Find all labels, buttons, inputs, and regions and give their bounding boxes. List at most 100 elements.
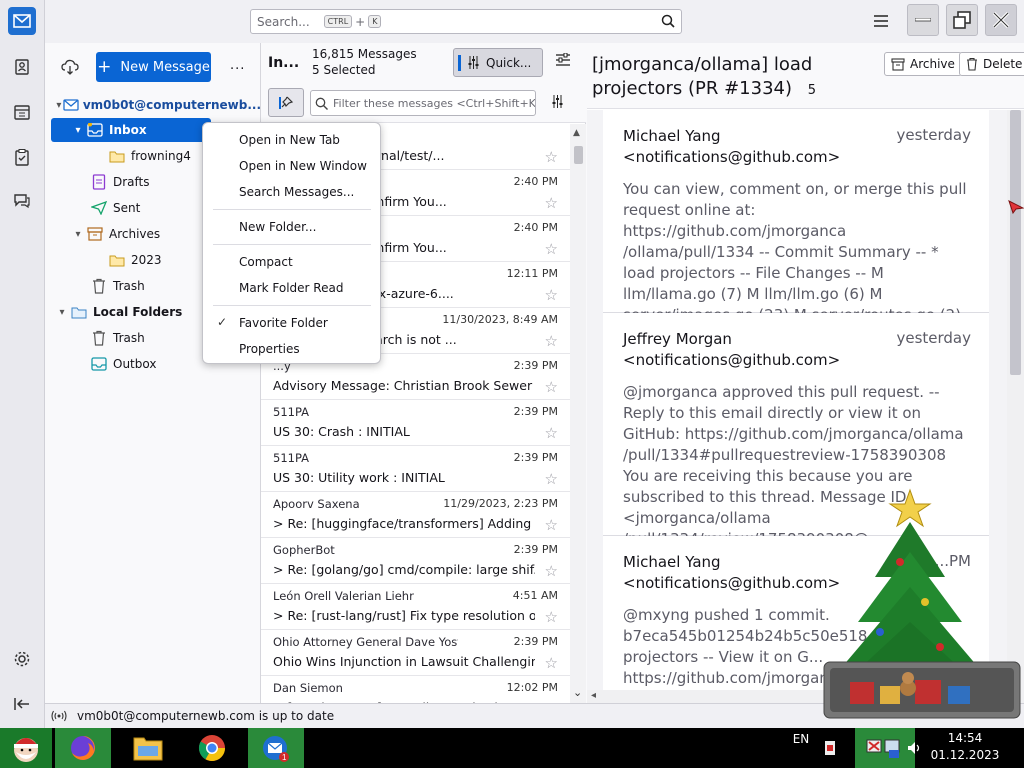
scroll-left-icon[interactable]: ◂ xyxy=(591,690,596,701)
scroll-down-icon[interactable]: ⌄ xyxy=(573,686,582,699)
star-icon[interactable]: ☆ xyxy=(545,378,558,396)
star-icon[interactable]: ☆ xyxy=(545,148,558,166)
folder-label: frowning4 xyxy=(131,149,191,163)
collapse-spaces-icon[interactable] xyxy=(8,690,36,718)
sticky-filter-pin-button[interactable] xyxy=(268,88,304,117)
quick-filter-button[interactable]: Quick... xyxy=(453,48,543,77)
star-icon[interactable]: ☆ xyxy=(545,240,558,258)
star-icon[interactable]: ☆ xyxy=(545,562,558,580)
star-icon[interactable]: ☆ xyxy=(545,332,558,350)
trash-icon xyxy=(89,278,109,294)
tasks-icon[interactable] xyxy=(8,143,36,171)
taskbar-clock[interactable]: 14:54 01.12.2023 xyxy=(920,730,1010,764)
row-date: 2:40 PM xyxy=(513,175,558,188)
filter-messages-input[interactable]: Filter these messages <Ctrl+Shift+K> xyxy=(310,90,536,116)
app-menu-icon[interactable] xyxy=(872,13,890,29)
scrollbar-thumb[interactable] xyxy=(1010,110,1021,375)
email-account-icon xyxy=(63,97,79,113)
message-row[interactable]: Dan Siemon12:02 PM> [rust-lang/rust] Com… xyxy=(261,676,570,703)
folder-label: Inbox xyxy=(109,123,147,137)
star-icon[interactable]: ☆ xyxy=(545,470,558,488)
menu-properties[interactable]: Properties xyxy=(203,336,380,362)
folder-label: Drafts xyxy=(113,175,150,189)
thunderbird-taskbar-icon[interactable]: 1 xyxy=(248,728,304,768)
address-book-icon[interactable] xyxy=(8,53,36,81)
row-date: 2:39 PM xyxy=(513,635,558,648)
close-window-button[interactable] xyxy=(985,4,1017,36)
message-date: yesterday xyxy=(896,126,971,144)
message-count: 16,815 Messages xyxy=(312,47,417,61)
menu-mark-folder-read[interactable]: Mark Folder Read xyxy=(203,275,380,301)
row-subject: US 30: Crash : INITIAL xyxy=(273,424,410,439)
selected-count: 5 Selected xyxy=(312,63,376,77)
folder-label: Sent xyxy=(113,201,141,215)
online-status-icon[interactable] xyxy=(51,710,67,722)
filter-options-icon[interactable] xyxy=(551,95,564,108)
delete-button[interactable]: Delete xyxy=(959,52,1024,76)
thread-scrollbar[interactable]: ▲ ⌄ xyxy=(570,124,586,703)
clock-date: 01.12.2023 xyxy=(930,748,1000,762)
chevron-down-icon: ▾ xyxy=(75,228,81,240)
folder-label: Local Folders xyxy=(93,305,183,319)
k-key-hint: K xyxy=(368,15,382,28)
svg-text:1: 1 xyxy=(282,753,287,762)
star-icon[interactable]: ☆ xyxy=(545,516,558,534)
menu-open-in-new-window[interactable]: Open in New Window xyxy=(203,153,380,179)
star-icon[interactable]: ☆ xyxy=(545,194,558,212)
star-icon[interactable]: ☆ xyxy=(545,424,558,442)
search-icon xyxy=(661,14,675,28)
message-row[interactable]: GopherBot 2:39 PM > Re: [golang/go] cmd/co… xyxy=(261,538,570,584)
account-row[interactable]: ▾ vm0b0t@computernewb... xyxy=(55,93,261,117)
archive-label: Archive xyxy=(910,57,955,71)
message-card[interactable]: Michael Yang <notifications@github.com> … xyxy=(603,110,989,345)
menu-favorite-folder[interactable]: Favorite Folder xyxy=(203,310,380,336)
menu-open-in-new-tab[interactable]: Open in New Tab xyxy=(203,127,380,153)
display-options-icon[interactable] xyxy=(556,53,570,67)
star-icon[interactable]: ☆ xyxy=(545,608,558,626)
mail-space-icon[interactable] xyxy=(8,7,36,35)
message-row[interactable]: León Orell Valerian Liehr 4:51 AM > Re: [r… xyxy=(261,584,570,630)
mouse-cursor-icon xyxy=(1008,200,1024,217)
row-subject: Advisory Message: Christian Brook Sewer … xyxy=(273,378,535,393)
menu-compact[interactable]: Compact xyxy=(203,249,380,275)
chat-icon[interactable] xyxy=(8,187,36,215)
row-sender: GopherBot xyxy=(273,543,335,557)
row-sender: León Orell Valerian Liehr xyxy=(273,589,414,603)
inbox-icon xyxy=(85,122,105,138)
minimize-button[interactable] xyxy=(907,4,939,36)
new-message-button[interactable]: + New Message xyxy=(96,52,211,82)
restore-button[interactable] xyxy=(946,4,978,36)
menu-new-folder[interactable]: New Folder... xyxy=(203,214,380,240)
scrollbar-thumb[interactable] xyxy=(574,146,583,164)
row-date: 2:40 PM xyxy=(513,221,558,234)
folder-pane-more-button[interactable]: ... xyxy=(230,58,245,73)
thread-subject: [jmorganca/ollama] load projectors (PR #… xyxy=(592,54,813,99)
message-row[interactable]: Apoorv Saxena 11/29/2023, 2:23 PM > Re: [h… xyxy=(261,492,570,538)
spaces-toolbar xyxy=(0,0,45,728)
firefox-icon[interactable] xyxy=(55,728,111,768)
menu-search-messages[interactable]: Search Messages... xyxy=(203,179,380,205)
chevron-down-icon: ▾ xyxy=(59,306,65,318)
archive-button[interactable]: Archive xyxy=(884,52,962,76)
language-indicator[interactable]: EN xyxy=(786,728,816,768)
calendar-icon[interactable] xyxy=(8,98,36,126)
menu-separator xyxy=(213,244,371,245)
message-row[interactable]: 511PA 2:39 PM US 30: Crash : INITIAL ☆ xyxy=(261,400,570,446)
tray-app-icon[interactable] xyxy=(820,728,840,768)
global-search-input[interactable]: Search... CTRL + K xyxy=(250,9,682,34)
message-from: Jeffrey Morgan <notifications@github.com… xyxy=(623,330,841,369)
folder-label: Trash xyxy=(113,279,145,293)
christmas-tree-decoration xyxy=(820,482,1024,722)
message-row[interactable]: Ohio Attorney General Dave Yost 2:39 PM Oh… xyxy=(261,630,570,676)
settings-gear-icon[interactable] xyxy=(8,645,36,673)
folder-inbox[interactable]: ▾ Inbox xyxy=(51,118,211,142)
file-explorer-icon[interactable] xyxy=(120,728,176,768)
start-button-santa-icon[interactable] xyxy=(0,728,52,768)
star-icon[interactable]: ☆ xyxy=(545,286,558,304)
star-icon[interactable]: ☆ xyxy=(545,654,558,672)
scroll-up-icon[interactable]: ▲ xyxy=(573,128,580,138)
get-messages-icon[interactable] xyxy=(61,58,79,76)
message-row[interactable]: 511PA 2:39 PM US 30: Utility work : INITIA… xyxy=(261,446,570,492)
chrome-icon[interactable] xyxy=(184,728,240,768)
chevron-down-icon: ▾ xyxy=(56,99,62,111)
